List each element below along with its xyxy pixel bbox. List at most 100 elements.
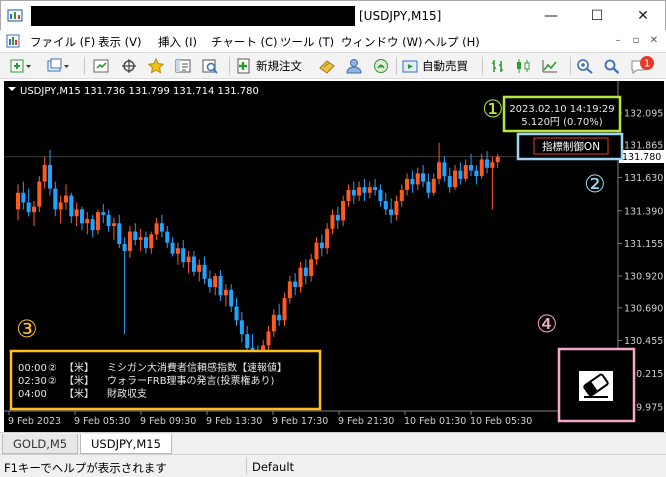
time-tick-label: 9 Feb 17:30 — [272, 416, 328, 427]
crosshair-icon[interactable] — [120, 57, 138, 75]
tab-gold-m5[interactable]: GOLD,M5 — [2, 434, 79, 454]
news-rank: ② — [48, 363, 57, 374]
candle-body — [495, 156, 500, 163]
redacted-account-info — [31, 6, 355, 26]
news-rank: ② — [48, 376, 57, 387]
candle-body — [426, 181, 431, 193]
new-chart-icon[interactable] — [10, 57, 32, 75]
current-price-label: 131.780 — [622, 152, 661, 163]
toolbar: 新規注文 自動売買 1 — [0, 52, 666, 79]
mdi-restore-button[interactable]: ▫ — [629, 34, 643, 48]
candle-body — [341, 201, 346, 221]
price-tick-label: 131.155 — [624, 239, 663, 250]
candle-body — [31, 206, 36, 213]
candle-body — [458, 170, 463, 179]
notification-icon[interactable]: 1 — [630, 56, 656, 75]
profiles-icon[interactable] — [47, 57, 71, 75]
candle-body — [469, 165, 474, 171]
candle-body — [122, 244, 127, 251]
candle-body — [378, 189, 383, 202]
news-event: ウォラーFRB理事の発言(投票権あり) — [107, 374, 274, 387]
mdi-minimize-button[interactable]: – — [611, 34, 625, 48]
candle-body — [63, 195, 68, 203]
price-chart[interactable]: USDJPY,M15 131.736 131.799 131.714 131.7… — [4, 81, 664, 432]
candle-body — [245, 334, 250, 349]
minimize-button[interactable]: — — [528, 1, 574, 30]
market-watch-icon[interactable] — [92, 57, 110, 75]
strategy-tester-icon[interactable] — [201, 57, 219, 75]
candle-body — [389, 209, 394, 215]
status-profile: Default — [252, 460, 295, 474]
candle-body — [373, 187, 378, 190]
menu-chart[interactable]: チャート (C) — [211, 34, 278, 50]
maximize-button[interactable]: ☐ — [574, 1, 620, 30]
candle-body — [362, 187, 367, 193]
candle-body — [111, 223, 116, 227]
menu-tools[interactable]: ツール (T) — [280, 34, 334, 50]
news-time: 00:00 — [18, 363, 47, 374]
auto-trading-label: 自動売買 — [422, 59, 468, 73]
candle-body — [106, 214, 111, 227]
info-change: 5.120円 (0.70%) — [521, 117, 602, 128]
chart-menu-arrow-icon[interactable] — [8, 87, 16, 91]
menu-help[interactable]: ヘルプ (H) — [424, 34, 480, 50]
candle-body — [479, 159, 484, 177]
marker-1: ① — [482, 95, 504, 123]
tab-usdjpy-m15[interactable]: USDJPY,M15 — [80, 434, 172, 454]
candle-body — [85, 219, 90, 224]
candle-body — [325, 228, 330, 249]
candle-body — [431, 178, 436, 193]
account-icon[interactable] — [345, 57, 363, 75]
candlestick-icon[interactable] — [514, 57, 532, 75]
history-center-icon[interactable] — [318, 57, 336, 75]
new-order-label: 新規注文 — [256, 59, 302, 73]
candle-body — [58, 202, 63, 210]
candle-body — [351, 189, 356, 196]
candle-body — [191, 256, 196, 272]
candle-body — [53, 188, 58, 210]
news-event: ミシガン大消費者信頼感指数【速報値】 — [107, 361, 287, 374]
mdi-close-button[interactable]: ✕ — [647, 34, 661, 48]
bar-chart-icon[interactable] — [489, 57, 507, 75]
menu-insert[interactable]: 挿入 (I) — [158, 34, 197, 50]
close-button[interactable]: ✕ — [620, 1, 666, 30]
candles — [16, 142, 500, 379]
menu-view[interactable]: 表示 (V) — [98, 34, 142, 50]
favorites-icon[interactable] — [147, 57, 165, 75]
candle-body — [239, 320, 244, 335]
terminal-icon[interactable] — [174, 57, 192, 75]
menu-file[interactable]: ファイル (F) — [30, 34, 95, 50]
candle-body — [346, 189, 351, 202]
candle-body — [447, 176, 452, 188]
candle-body — [410, 178, 415, 185]
candle-body — [367, 187, 372, 193]
menu-window[interactable]: ウィンドウ (W) — [341, 34, 423, 50]
search-icon[interactable] — [603, 57, 621, 75]
candle-body — [266, 331, 271, 346]
candle-body — [175, 248, 180, 254]
new-order-icon — [237, 58, 250, 74]
candle-body — [218, 275, 223, 296]
new-order-button[interactable]: 新規注文 — [235, 57, 302, 75]
candle-body — [319, 242, 324, 249]
price-tick-label: 131.390 — [624, 206, 663, 217]
line-chart-icon[interactable] — [541, 57, 559, 75]
chart-window-icon — [6, 34, 20, 51]
eraser-icon[interactable] — [579, 371, 613, 401]
zoom-in-icon[interactable] — [576, 57, 594, 75]
candle-body — [186, 256, 191, 263]
time-tick-label: 9 Feb 09:30 — [140, 416, 196, 427]
candle-body — [21, 192, 26, 203]
candle-body — [202, 264, 207, 279]
price-tick-label: 130.455 — [624, 336, 663, 347]
candle-body — [165, 231, 170, 243]
candle-body — [223, 289, 228, 296]
auto-trading-button[interactable]: 自動売買 — [401, 57, 468, 75]
candle-body — [47, 165, 52, 189]
signals-icon[interactable] — [372, 57, 390, 75]
menu-bar: ファイル (F) 表示 (V) 挿入 (I) チャート (C) ツール (T) … — [0, 30, 666, 52]
candle-body — [277, 314, 282, 321]
indicator-control-label: 指標制御ON — [542, 140, 600, 153]
candle-body — [421, 173, 426, 182]
chart-window[interactable]: USDJPY,M15 131.736 131.799 131.714 131.7… — [4, 81, 664, 432]
